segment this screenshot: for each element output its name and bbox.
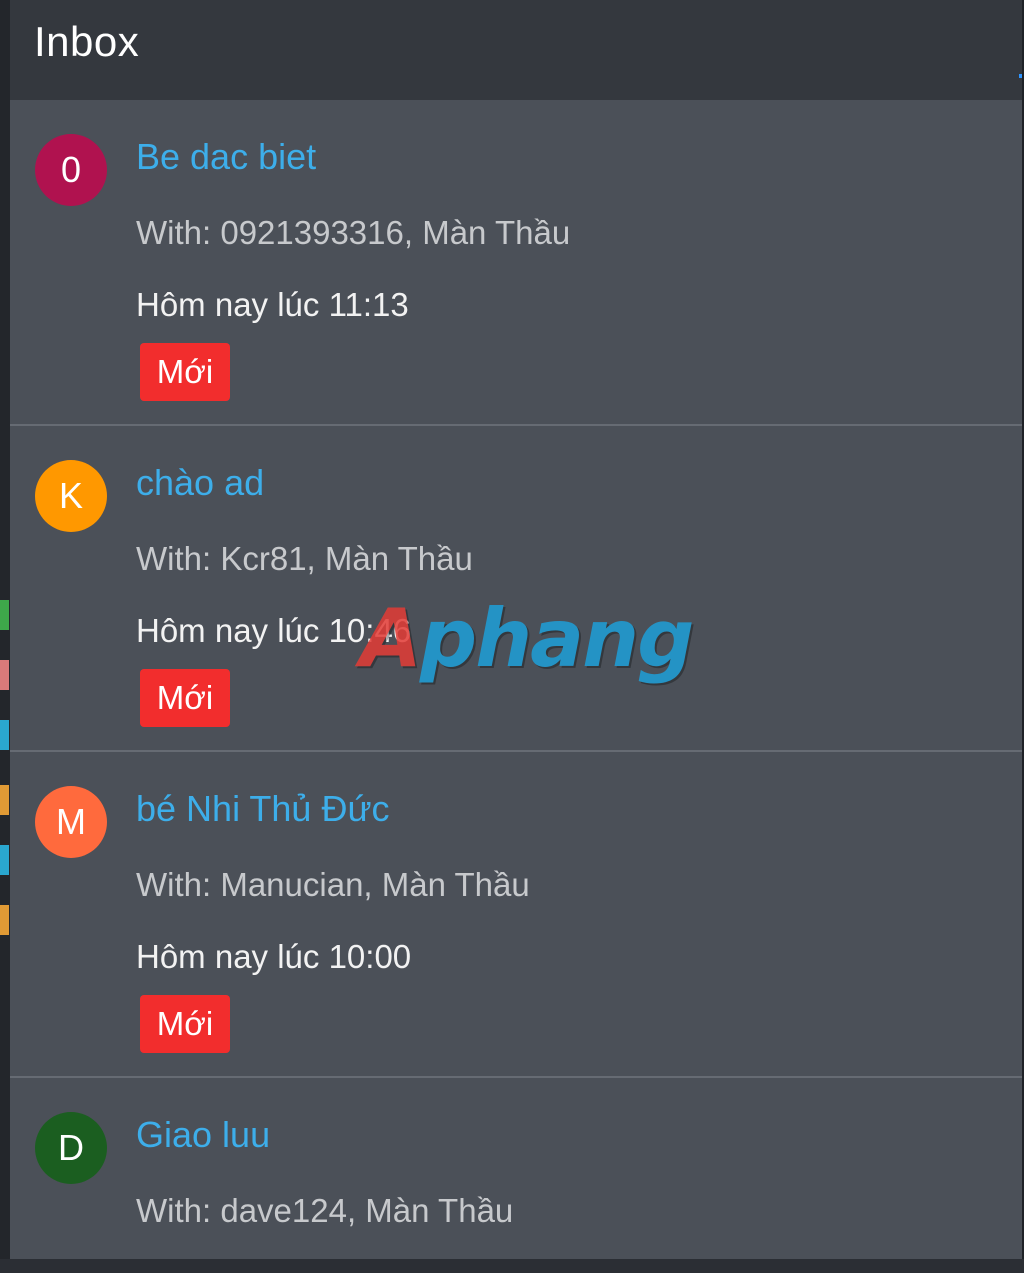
strip-mark (0, 720, 9, 750)
watermark-logo: Aphang (360, 592, 694, 685)
conversation-participants: With: dave124, Màn Thầu (136, 1192, 514, 1229)
avatar: D (35, 1112, 107, 1184)
bottom-bar (0, 1259, 1024, 1273)
conversation-participants: With: 0921393316, Màn Thầu (136, 214, 571, 251)
conversation-participants: With: Manucian, Màn Thầu (136, 866, 530, 903)
conversation-item[interactable]: 0 Be dac biet With: 0921393316, Màn Thầu… (10, 100, 1022, 426)
conversation-time: Hôm nay lúc 10:00 (136, 938, 412, 975)
strip-mark (0, 660, 9, 690)
watermark-first-letter: A (360, 592, 422, 685)
header-accent (1019, 74, 1022, 78)
inbox-header: Inbox (10, 0, 1022, 100)
avatar: K (35, 460, 107, 532)
conversation-participants: With: Kcr81, Màn Thầu (136, 540, 473, 577)
watermark-rest: phang (419, 592, 694, 685)
conversation-item[interactable]: M bé Nhi Thủ Đức With: Manucian, Màn Thầ… (10, 752, 1022, 1078)
new-badge: Mới (140, 343, 230, 401)
conversation-title[interactable]: Giao luu (136, 1114, 270, 1156)
strip-mark (0, 600, 9, 630)
strip-mark (0, 785, 9, 815)
page-title: Inbox (34, 18, 140, 65)
avatar: 0 (35, 134, 107, 206)
new-badge: Mới (140, 669, 230, 727)
strip-mark (0, 845, 9, 875)
screen: Inbox 0 Be dac biet With: 0921393316, Mà… (0, 0, 1024, 1273)
avatar: M (35, 786, 107, 858)
left-background-strip (0, 0, 10, 1273)
conversation-item[interactable]: D Giao luu With: dave124, Màn Thầu (10, 1078, 1022, 1258)
conversation-title[interactable]: chào ad (136, 462, 264, 504)
conversation-item[interactable]: K chào ad With: Kcr81, Màn Thầu Hôm nay … (10, 426, 1022, 752)
strip-mark (0, 905, 9, 935)
conversation-title[interactable]: Be dac biet (136, 136, 316, 178)
new-badge: Mới (140, 995, 230, 1053)
conversation-time: Hôm nay lúc 11:13 (136, 286, 409, 323)
conversation-title[interactable]: bé Nhi Thủ Đức (136, 788, 390, 830)
